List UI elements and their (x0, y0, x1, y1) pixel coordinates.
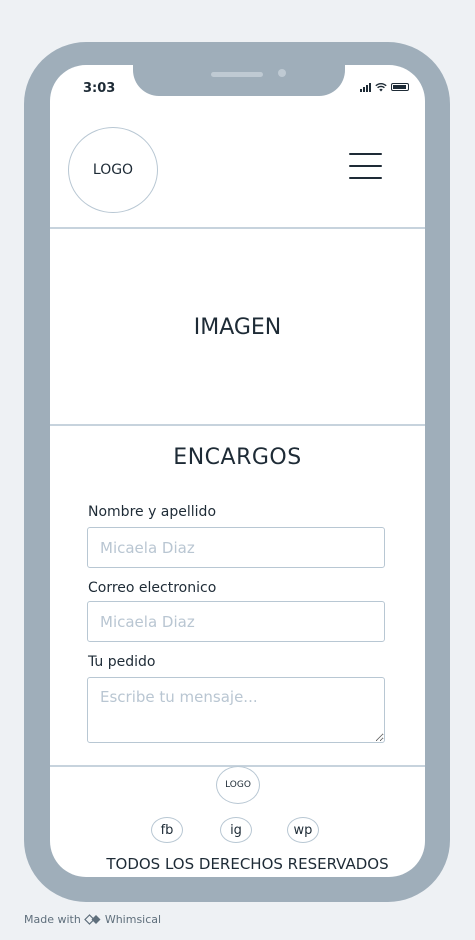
header-logo-label: LOGO (92, 162, 134, 178)
phone-notch (133, 65, 345, 96)
hero-divider (50, 424, 425, 426)
whatsapp-label: wp (293, 822, 313, 838)
phone-screen: 3:03 LOGO IMAGEN ENCARGOS Nombre y apell… (50, 65, 425, 877)
footer-logo: LOGO (216, 766, 260, 804)
facebook-label: fb (160, 822, 174, 838)
status-icons (360, 82, 409, 92)
menu-icon[interactable] (349, 153, 382, 179)
name-label: Nombre y apellido (88, 504, 217, 520)
speaker-grille (211, 72, 263, 77)
header-logo[interactable]: LOGO (68, 127, 158, 213)
email-label: Correo electronico (88, 580, 217, 596)
copyright-text: TODOS LOS DERECHOS RESERVADOS (106, 855, 389, 873)
header-divider (50, 227, 425, 229)
hero-image-placeholder: IMAGEN (193, 315, 282, 340)
camera-dot (278, 69, 286, 77)
order-textarea[interactable] (87, 677, 385, 743)
made-with-watermark[interactable]: Made with Whimsical (24, 913, 161, 926)
facebook-link[interactable]: fb (151, 817, 183, 843)
signal-icon (360, 82, 371, 92)
instagram-label: ig (230, 822, 242, 838)
whimsical-brand-text: Whimsical (104, 913, 162, 926)
made-with-text: Made with (24, 913, 81, 926)
battery-icon (391, 83, 409, 91)
footer-logo-label: LOGO (225, 780, 251, 790)
whatsapp-link[interactable]: wp (287, 817, 319, 843)
form-title: ENCARGOS (173, 445, 302, 470)
status-time: 3:03 (83, 81, 116, 96)
order-label: Tu pedido (88, 654, 156, 670)
whimsical-logo-icon (83, 914, 101, 925)
email-input[interactable] (87, 601, 385, 642)
instagram-link[interactable]: ig (220, 817, 252, 843)
wifi-icon (375, 82, 387, 92)
name-input[interactable] (87, 527, 385, 568)
